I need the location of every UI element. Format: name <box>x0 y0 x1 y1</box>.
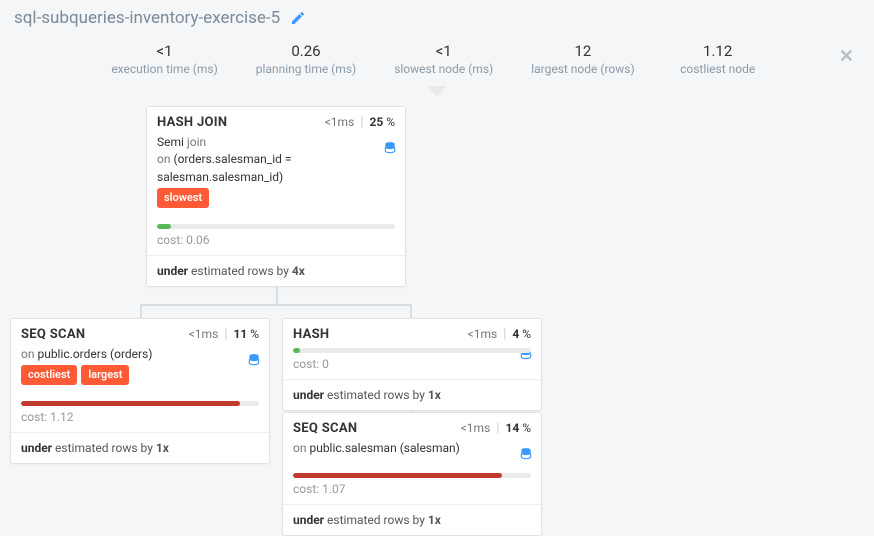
plan-title: sql-subqueries-inventory-exercise-5 <box>14 8 280 28</box>
node-title: HASH <box>293 327 329 342</box>
estimate-label: under estimated rows by 1x <box>11 433 269 463</box>
plan-canvas: HASH JOIN <1ms | 25 % Semi join on (orde… <box>0 104 874 524</box>
cost-label: cost: 1.07 <box>283 482 541 504</box>
stat-slowest: <1slowest node (ms) <box>394 42 493 76</box>
close-icon[interactable]: ✕ <box>839 46 854 67</box>
connector <box>140 304 142 318</box>
tag-largest: largest <box>81 365 129 385</box>
estimate-label: under estimated rows by 4x <box>147 256 405 286</box>
node-pct: 14 % <box>505 421 531 435</box>
stat-largest: 12largest node (rows) <box>531 42 634 76</box>
node-title: SEQ SCAN <box>293 421 357 436</box>
estimate-label: under estimated rows by 1x <box>283 380 541 410</box>
node-detail: Semi join on (orders.salesman_id = sales… <box>147 134 405 216</box>
node-pct: 25 % <box>369 115 395 129</box>
node-time: <1ms <box>325 115 355 129</box>
connector <box>140 304 410 306</box>
node-detail: on public.orders (orders) costliestlarge… <box>11 346 269 393</box>
node-seq-scan-orders[interactable]: SEQ SCAN <1ms | 11 % on public.orders (o… <box>10 318 270 464</box>
cost-label: cost: 0 <box>283 357 541 379</box>
database-icon <box>519 447 533 461</box>
node-pct: 4 % <box>512 327 531 341</box>
node-hash-join[interactable]: HASH JOIN <1ms | 25 % Semi join on (orde… <box>146 106 406 287</box>
node-time: <1ms <box>468 327 498 341</box>
node-title: HASH JOIN <box>157 115 227 130</box>
database-icon <box>383 141 397 155</box>
node-time: <1ms <box>461 421 491 435</box>
connector <box>410 304 412 318</box>
title-row: sql-subqueries-inventory-exercise-5 <box>0 0 874 36</box>
node-title: SEQ SCAN <box>21 327 85 342</box>
progress-bar <box>157 224 395 229</box>
stat-plan-time: 0.26planning time (ms) <box>256 42 356 76</box>
estimate-label: under estimated rows by 1x <box>283 505 541 535</box>
cost-label: cost: 0.06 <box>147 233 405 255</box>
node-pct: 11 % <box>233 327 259 341</box>
stats-row: <1execution time (ms) 0.26planning time … <box>0 36 874 90</box>
stat-exec-time: <1execution time (ms) <box>111 42 217 76</box>
node-hash[interactable]: HASH <1ms | 4 % cost: 0 under estimated … <box>282 318 542 411</box>
stat-costliest: 1.12costliest node <box>673 42 763 76</box>
node-detail: on public.salesman (salesman) <box>283 440 541 465</box>
progress-bar <box>293 348 531 353</box>
edit-icon[interactable] <box>290 10 306 26</box>
progress-bar <box>293 473 531 478</box>
tag-costliest: costliest <box>21 365 77 385</box>
node-time: <1ms <box>189 327 219 341</box>
database-icon <box>247 353 261 367</box>
tag-slowest: slowest <box>157 188 209 208</box>
progress-bar <box>21 401 259 406</box>
node-seq-scan-salesman[interactable]: SEQ SCAN <1ms | 14 % on public.salesman … <box>282 412 542 536</box>
cost-label: cost: 1.12 <box>11 410 269 432</box>
